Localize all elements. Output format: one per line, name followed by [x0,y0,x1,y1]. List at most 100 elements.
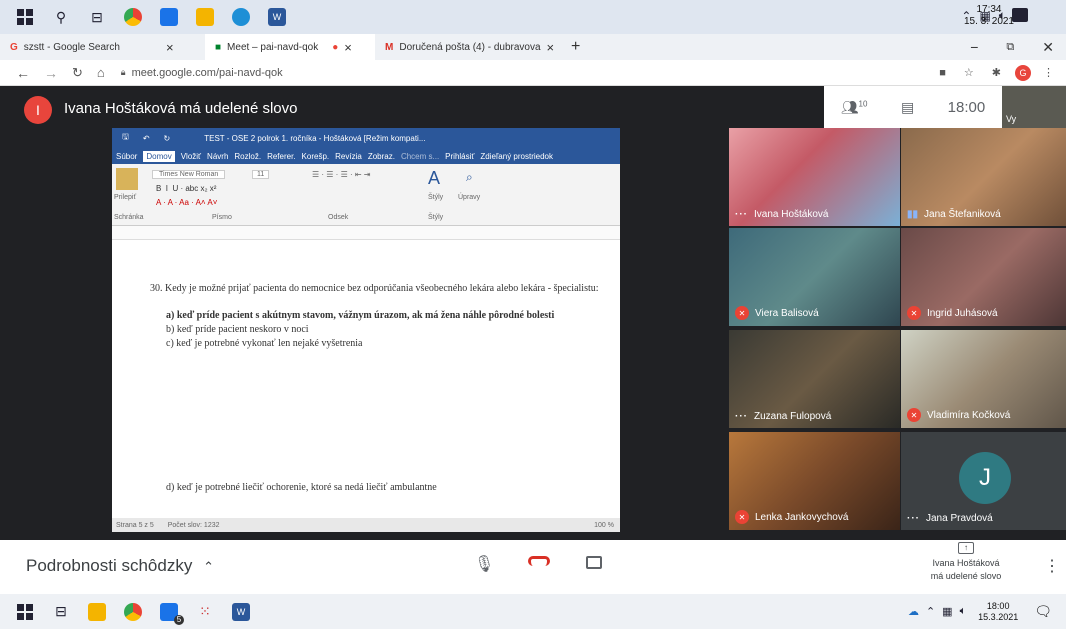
edge-icon[interactable] [230,6,252,28]
address-bar: ← → ↻ ⌂ 🔒︎ meet.google.com/pai-navd-qok … [0,60,1066,86]
forward-icon[interactable]: → [44,65,58,81]
word-menu-item: Zdieľaný prostriedok [480,151,553,161]
camera-icon[interactable]: ■ [939,67,946,79]
word-menu-item: Chcem s... [400,151,440,161]
task-view-icon[interactable]: ⊟ [50,601,72,623]
chevron-up-icon: ⌃ [203,559,214,574]
windows-icon[interactable] [14,6,36,28]
notification-icon[interactable]: 🗨︎ [1034,603,1052,620]
reload-icon[interactable]: ↻ [72,65,83,81]
meet-icon: ■ [215,41,222,53]
more-options-icon[interactable]: ⋮ [1044,556,1060,576]
minimize-button[interactable]: − [970,39,978,55]
paste-icon [116,168,138,190]
camera-button[interactable] [586,556,602,569]
participant-tile[interactable]: ✕ Viera Balisová [729,228,900,326]
word-menu-item: Revízia [335,151,362,161]
shared-screen-word: 🖫︎ ↶ ↻ TEST - OSE 2 polrok 1. ročníka - … [112,128,620,532]
lock-icon: 🔒︎ [120,67,126,77]
app-dots-icon[interactable]: ⁙ [194,601,216,623]
mic-off-icon: ✕ [735,306,749,320]
file-explorer-icon[interactable] [194,6,216,28]
gmail-icon: M [385,41,394,53]
word-icon[interactable]: W [230,601,252,623]
word-menu: Súbor Domov Vložiť Návrh Rozlož. Referer… [112,148,620,164]
meet-top-controls: 👥︎10 ▤ 18:00 [824,86,1002,128]
windows-icon[interactable] [14,601,36,623]
participant-avatar: J [959,452,1011,504]
home-icon[interactable]: ⌂ [97,65,105,80]
extensions-icon[interactable]: ✱ [992,66,1001,79]
answer-c: c) keď je potrebné vykonať len nejaké vy… [166,338,363,349]
document-page: 30. Kedy je možné prijať pacienta do nem… [112,240,620,508]
word-menu-item: Vložiť [180,151,202,161]
close-tab-icon[interactable]: × [166,40,174,55]
participants-button[interactable]: 👥︎10 [841,99,868,116]
participant-tile[interactable]: ··· Zuzana Fulopová [729,330,900,428]
undo-icon: ↶ [142,133,150,143]
microphone-button[interactable]: 🎙︎ [474,554,494,574]
tab-gmail[interactable]: M Doručená pošta (4) - dubravova × [375,34,565,60]
back-icon[interactable]: ← [16,65,30,81]
task-view-icon[interactable]: ⊟ [86,6,108,28]
answer-d: d) keď je potrebné liečiť ochorenie, kto… [166,482,437,493]
word-ribbon: Prilepiť Times New Roman 11 B I U · abc … [112,164,620,226]
chrome-icon[interactable] [122,6,144,28]
menu-icon[interactable]: ⋮ [1043,66,1054,79]
word-menu-item: Korešp. [301,151,330,161]
search-icon[interactable]: ⚲ [50,6,72,28]
save-icon: 🖫︎ [122,132,129,141]
word-menu-item-active: Domov [143,150,175,162]
participant-tile[interactable]: ✕ Lenka Jankovychová [729,432,900,530]
network-icon[interactable]: ▦ [942,605,952,618]
close-tab-icon[interactable]: × [547,40,555,55]
participant-tile[interactable]: J ··· Jana Pravdová [901,432,1066,530]
maximize-button[interactable]: ⧉ [1006,41,1014,54]
presenter-title: Ivana Hoštáková má udelené slovo [64,100,298,117]
tab-meet[interactable]: ■ Meet – pai-navd-qok ● × [205,34,375,60]
onedrive-icon[interactable]: ☁ [908,605,919,618]
tab-bar: G szstt - Google Search × ■ Meet – pai-n… [0,34,1066,60]
clock-bottom[interactable]: 18:00 15.3.2021 [978,601,1018,623]
more-dots-icon: ··· [907,513,920,524]
meet-time: 18:00 [947,98,986,116]
notification-icon[interactable] [1012,8,1028,22]
meeting-details-button[interactable]: Podrobnosti schôdzky ⌃ [26,556,214,576]
new-tab-button[interactable]: + [571,38,580,56]
end-call-button[interactable] [528,556,550,566]
self-video-tile[interactable]: Vy [1002,86,1066,128]
word-icon[interactable]: W [266,6,288,28]
participant-tile[interactable]: ✕ Vladimíra Kočková [901,330,1066,428]
mic-off-icon: ✕ [907,408,921,422]
star-icon[interactable]: ☆ [964,66,974,79]
answer-a: a) keď príde pacient s akútnym stavom, v… [166,310,555,321]
ruler [112,226,620,240]
chat-icon[interactable]: ▤ [901,99,914,116]
mail-icon[interactable]: 5 [158,601,184,625]
font-color-icons: A · A · Aa · A˄ A˅ [156,198,218,207]
presenting-indicator[interactable]: ↑ Ivana Hoštáková má udelené slovo [916,542,1016,583]
word-menu-item: Referer. [267,151,296,161]
taskbar-bottom: ⊟ 5 ⁙ W ☁ ⌃ ▦ 🔈︎ 18:00 15.3.2021 🗨︎ [0,594,1066,629]
url-field[interactable]: meet.google.com/pai-navd-qok [132,67,283,79]
close-tab-icon[interactable]: × [344,40,352,55]
answer-b: b) keď príde pacient neskoro v noci [166,324,309,335]
chrome-icon[interactable] [122,601,144,623]
chevron-up-icon[interactable]: ⌃ [926,605,935,618]
present-screen-icon: ↑ [958,542,974,554]
profile-avatar[interactable]: G [1015,64,1031,81]
taskbar-top: ⚲ ⊟ W [0,0,1066,34]
participant-tile[interactable]: ✕ Ingrid Juhásová [901,228,1066,326]
volume-icon[interactable]: 🔈︎ [960,605,967,618]
clock-top[interactable]: 17:34 15. 3. 2021 [964,4,1014,28]
mail-icon[interactable] [158,6,180,28]
more-dots-icon: ··· [735,411,748,422]
file-explorer-icon[interactable] [86,601,108,623]
speaking-icon: ▮▮ [907,209,919,220]
tab-google-search[interactable]: G szstt - Google Search × [0,34,205,60]
google-icon: G [10,41,18,53]
question-text: 30. Kedy je možné prijať pacienta do nem… [150,283,599,294]
participant-tile[interactable]: ··· Ivana Hoštáková [729,128,900,226]
participant-tile[interactable]: ▮▮ Jana Štefaniková [901,128,1066,226]
close-window-button[interactable]: ✕ [1042,39,1054,56]
